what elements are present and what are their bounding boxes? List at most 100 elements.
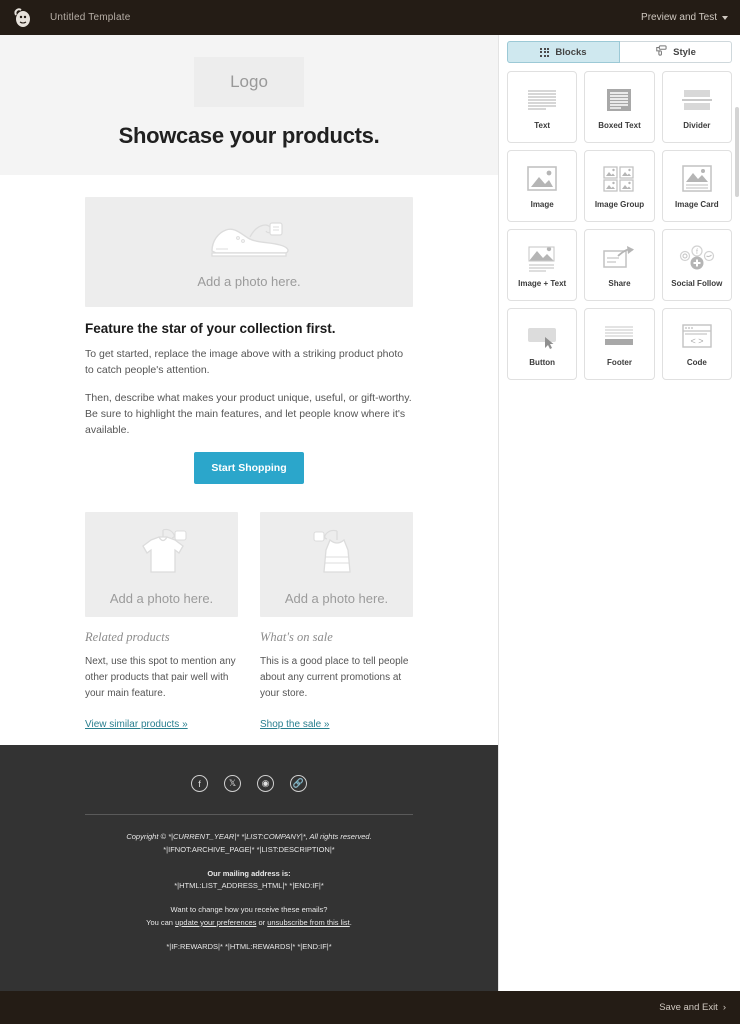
text-lines-icon (523, 85, 561, 115)
view-similar-products-link[interactable]: View similar products » (85, 719, 188, 730)
social-follow-row: f 𝕏 ◉ 🔗 (85, 775, 413, 792)
column-paragraph-left: Next, use this spot to mention any other… (85, 656, 236, 700)
footer-archive-tag: *|IFNOT:ARCHIVE_PAGE|* *|LIST:DESCRIPTIO… (163, 844, 335, 854)
grid-dots-icon (540, 47, 550, 57)
footer-divider (85, 814, 413, 815)
block-footer-label: Footer (607, 357, 632, 367)
block-image-group[interactable]: Image Group (584, 150, 655, 222)
column-whats-on-sale: Add a photo here. What's on sale This is… (260, 512, 413, 732)
block-social-follow[interactable]: f Social Follow (661, 229, 732, 301)
feature-paragraph-2: Then, describe what makes your product u… (85, 391, 412, 437)
email-canvas[interactable]: Logo Showcase your products. Add a photo (0, 35, 498, 991)
shoe-illustration-icon (194, 215, 304, 268)
block-divider[interactable]: Divider (661, 71, 732, 143)
two-column-section: Add a photo here. Related products Next,… (85, 512, 413, 732)
email-footer-block[interactable]: f 𝕏 ◉ 🔗 Copyright © *|CURRENT_YEAR|* *|L… (0, 745, 498, 991)
block-image-card[interactable]: Image Card (661, 150, 732, 222)
block-social-follow-label: Social Follow (671, 278, 723, 288)
block-code[interactable]: < > Code (661, 308, 732, 380)
email-headline: Showcase your products. (118, 123, 380, 148)
x-twitter-icon[interactable]: 𝕏 (224, 775, 241, 792)
email-header-block[interactable]: Logo Showcase your products. (0, 35, 498, 175)
footer-prefs-suffix: . (349, 917, 352, 927)
photo-placeholder-right-label: Add a photo here. (284, 590, 389, 606)
feature-paragraph-1: To get started, replace the image above … (85, 348, 404, 377)
hero-image-placeholder[interactable]: Add a photo here. (85, 197, 413, 307)
block-text[interactable]: Text (507, 71, 578, 143)
share-icon (600, 243, 638, 273)
photo-placeholder-right[interactable]: Add a photo here. (260, 512, 413, 618)
block-footer[interactable]: Footer (584, 308, 655, 380)
column-heading-right: What's on sale (260, 630, 333, 645)
footer-copyright: Copyright © *|CURRENT_YEAR|* *|LIST:COMP… (126, 832, 372, 841)
mailchimp-logo-icon[interactable] (10, 5, 36, 31)
footer-prefs-prefix: You can (146, 917, 176, 927)
blocks-list[interactable]: Text Boxed Text Divider Image Image Grou… (499, 63, 740, 398)
footer-prefs-middle: or (256, 917, 268, 927)
footer-spacer-2 (85, 893, 413, 904)
block-share-label: Share (608, 278, 631, 288)
right-panel: Blocks Style Text Boxed Text Divider Ima… (498, 35, 740, 991)
hero-placeholder-label: Add a photo here. (197, 274, 301, 289)
image-group-icon (600, 164, 638, 194)
divider-icon (678, 85, 716, 115)
boxed-text-icon (600, 85, 638, 115)
button-icon (523, 322, 561, 352)
block-text-label: Text (534, 120, 551, 130)
facebook-glyph: f (198, 778, 201, 789)
instagram-icon[interactable]: ◉ (257, 775, 274, 792)
facebook-icon[interactable]: f (191, 775, 208, 792)
save-and-exit-label: Save and Exit (659, 1002, 718, 1013)
preview-and-test-button[interactable]: Preview and Test (641, 12, 728, 23)
svg-text:< >: < > (690, 336, 703, 346)
block-boxed-text[interactable]: Boxed Text (584, 71, 655, 143)
shop-the-sale-link[interactable]: Shop the sale » (260, 719, 330, 730)
block-divider-label: Divider (683, 120, 711, 130)
column-heading-left: Related products (85, 630, 170, 645)
footer-prefs-question: Want to change how you receive these ema… (170, 905, 328, 914)
save-and-exit-button[interactable]: Save and Exit › (659, 1002, 726, 1013)
x-twitter-glyph: 𝕏 (228, 778, 237, 788)
feature-heading: Feature the star of your collection firs… (85, 321, 336, 336)
start-shopping-button[interactable]: Start Shopping (194, 452, 304, 485)
logo-placeholder[interactable]: Logo (194, 57, 304, 107)
tshirt-illustration-icon (127, 524, 197, 585)
column-related-products: Add a photo here. Related products Next,… (85, 512, 238, 732)
tab-style[interactable]: Style (620, 41, 732, 63)
footer-spacer (85, 857, 413, 868)
block-share[interactable]: Share (584, 229, 655, 301)
block-image-text-label: Image + Text (518, 278, 567, 288)
code-icon: < > (678, 322, 716, 352)
block-image-card-label: Image Card (675, 199, 719, 209)
photo-placeholder-left-label: Add a photo here. (109, 590, 214, 606)
footer-prefs-line: You can update your preferences or unsub… (85, 917, 413, 930)
instagram-glyph: ◉ (261, 778, 270, 788)
footer-address-heading: Our mailing address is: (207, 868, 291, 878)
block-image-text[interactable]: Image + Text (507, 229, 578, 301)
blocks-grid: Text Boxed Text Divider Image Image Grou… (507, 71, 732, 380)
app-top-bar: Untitled Template Preview and Test (0, 0, 740, 35)
tab-blocks[interactable]: Blocks (507, 41, 620, 63)
image-icon (523, 164, 561, 194)
footer-spacer-3 (85, 930, 413, 941)
block-boxed-text-label: Boxed Text (598, 120, 641, 130)
preview-and-test-label: Preview and Test (641, 12, 717, 23)
unsubscribe-link[interactable]: unsubscribe from this list (267, 918, 350, 927)
panel-scrollbar[interactable] (735, 107, 739, 197)
update-preferences-link[interactable]: update your preferences (175, 918, 256, 927)
website-link-glyph: 🔗 (292, 778, 305, 788)
block-image[interactable]: Image (507, 150, 578, 222)
footer-icon (600, 322, 638, 352)
website-link-icon[interactable]: 🔗 (290, 775, 307, 792)
block-button-label: Button (529, 357, 556, 367)
block-button[interactable]: Button (507, 308, 578, 380)
social-follow-icon: f (678, 243, 716, 273)
email-body: Add a photo here. Feature the star of yo… (0, 175, 498, 732)
photo-placeholder-left[interactable]: Add a photo here. (85, 512, 238, 618)
block-image-label: Image (530, 199, 554, 209)
tab-blocks-label: Blocks (555, 46, 587, 58)
panel-tabs: Blocks Style (499, 35, 740, 63)
chevron-right-icon: › (722, 1002, 726, 1013)
paint-roller-icon (655, 45, 667, 59)
block-code-label: Code (686, 357, 707, 367)
